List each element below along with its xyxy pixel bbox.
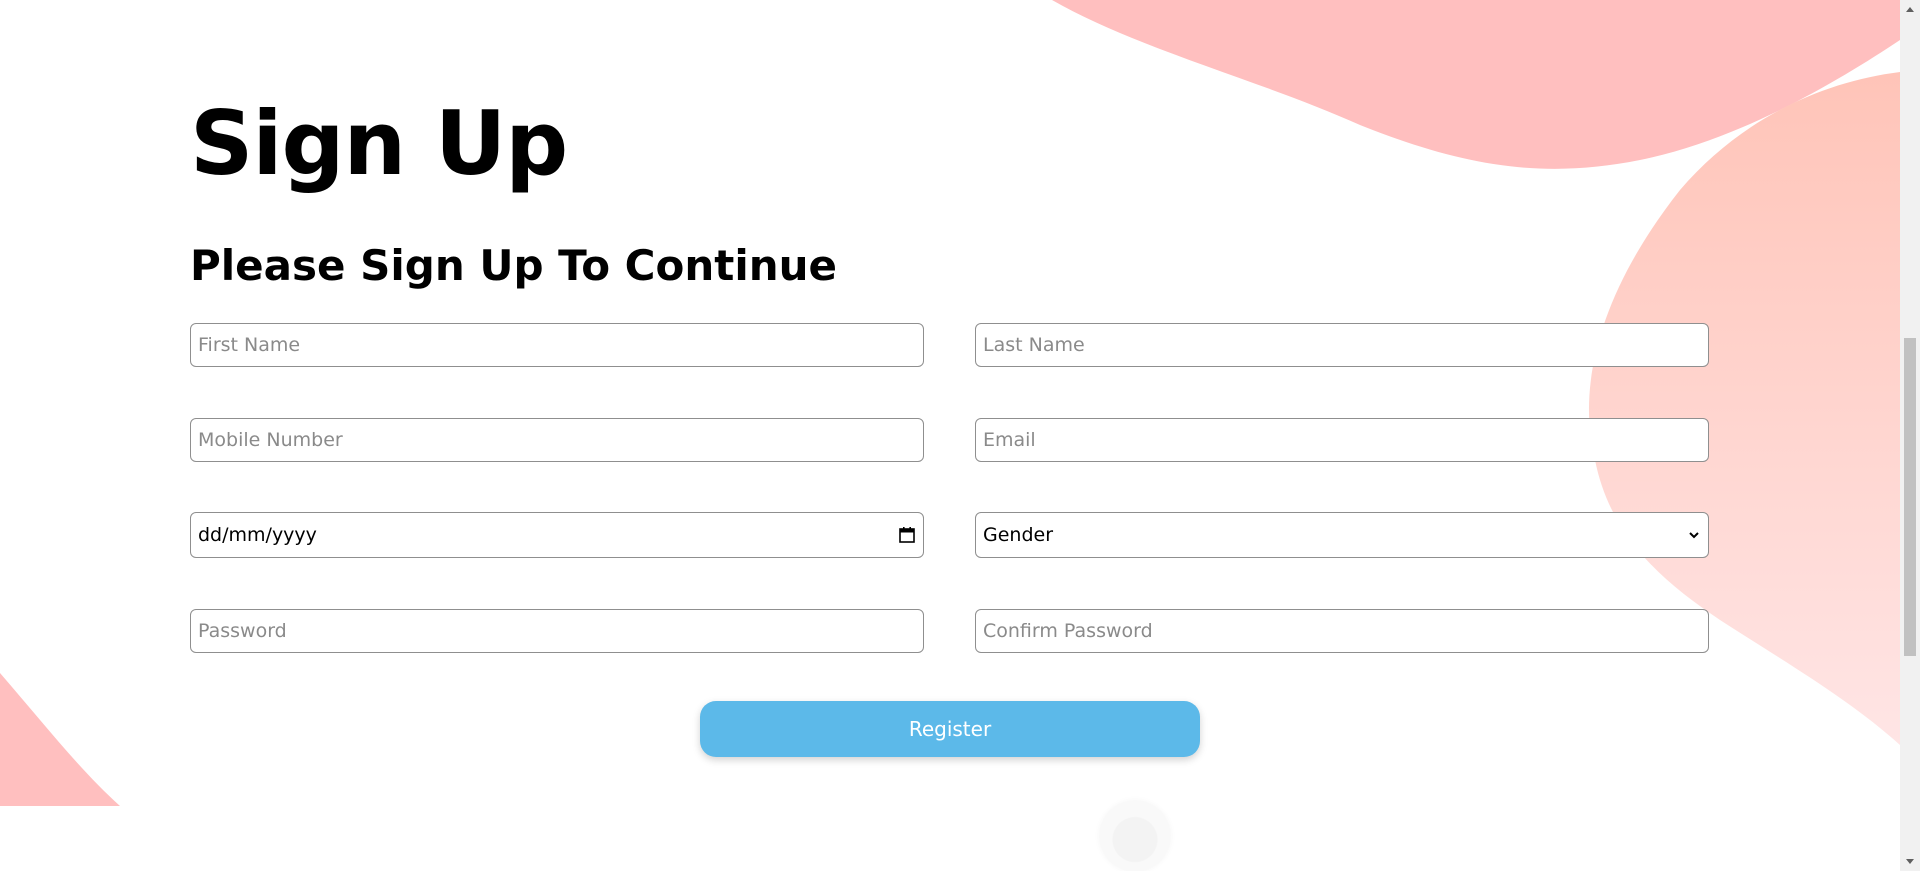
- email-input[interactable]: [975, 418, 1709, 462]
- gender-select-value: Gender: [983, 524, 1054, 546]
- page-title: Sign Up: [190, 92, 568, 195]
- confirm-password-input[interactable]: [975, 609, 1709, 653]
- page-subtitle: Please Sign Up To Continue: [190, 241, 838, 290]
- gender-select[interactable]: Gender: [975, 512, 1709, 558]
- signup-page: Sign Up Please Sign Up To Continue dd/mm…: [0, 0, 1920, 871]
- calendar-icon[interactable]: [898, 526, 916, 544]
- signup-content: Sign Up Please Sign Up To Continue dd/mm…: [190, 0, 1710, 871]
- last-name-input[interactable]: [975, 323, 1709, 367]
- triangle-up-icon[interactable]: [1900, 0, 1920, 18]
- first-name-input[interactable]: [190, 323, 924, 367]
- triangle-down-icon[interactable]: [1900, 853, 1920, 871]
- date-of-birth-input[interactable]: dd/mm/yyyy: [190, 512, 924, 558]
- mobile-number-input[interactable]: [190, 418, 924, 462]
- loading-spinner: [1099, 800, 1171, 871]
- chevron-down-icon: [1687, 528, 1701, 542]
- register-button[interactable]: Register: [700, 701, 1200, 757]
- scrollbar-thumb[interactable]: [1904, 338, 1916, 656]
- vertical-scrollbar[interactable]: [1900, 0, 1920, 871]
- date-of-birth-value: dd/mm/yyyy: [198, 524, 317, 546]
- password-input[interactable]: [190, 609, 924, 653]
